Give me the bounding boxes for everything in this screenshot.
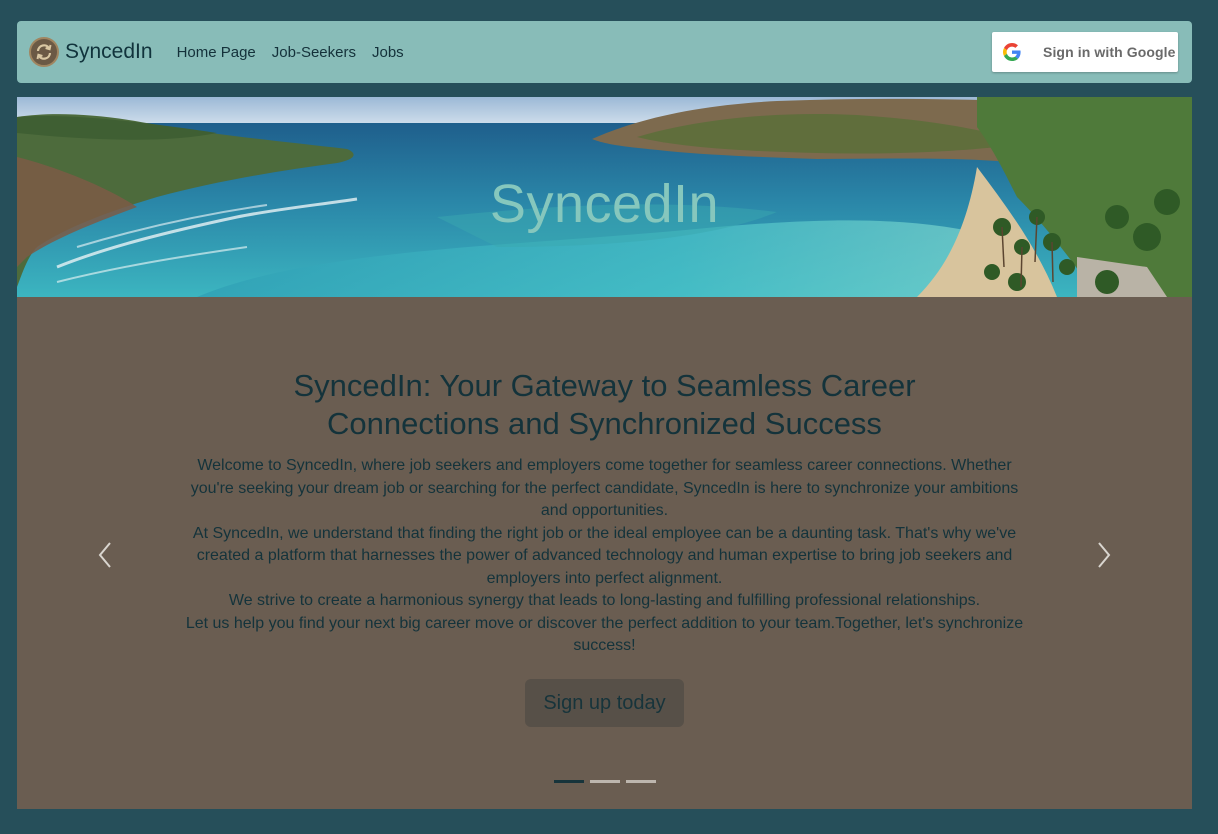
carousel-indicator-1[interactable] — [553, 780, 584, 783]
sync-icon — [29, 37, 59, 67]
carousel-prev-button[interactable] — [93, 539, 117, 571]
slide-paragraph: We strive to create a harmonious synergy… — [228, 592, 981, 609]
google-g-icon — [1003, 43, 1021, 61]
hero-banner: SyncedIn — [17, 97, 1192, 297]
slide-heading: SyncedIn: Your Gateway to Seamless Caree… — [293, 368, 916, 441]
slide-paragraph: Let us help you find your next big caree… — [185, 614, 1024, 655]
carousel-indicator-2[interactable] — [589, 780, 620, 783]
sign-up-button[interactable]: Sign up today — [525, 678, 684, 727]
hero-title: SyncedIn — [489, 174, 720, 234]
brand-link[interactable]: SyncedIn — [29, 37, 153, 67]
slide-body: Welcome to SyncedIn, where job seekers a… — [177, 455, 1032, 658]
carousel: SyncedIn: Your Gateway to Seamless Caree… — [17, 297, 1192, 809]
carousel-indicators — [17, 780, 1192, 783]
carousel-indicator-3[interactable] — [625, 780, 656, 783]
carousel-slide: SyncedIn: Your Gateway to Seamless Caree… — [177, 367, 1032, 727]
slide-paragraph: At SyncedIn, we understand that finding … — [192, 524, 1017, 587]
google-signin-label: Sign in with Google — [1043, 44, 1176, 60]
chevron-right-icon — [1098, 542, 1111, 568]
nav-link-home[interactable]: Home Page — [177, 44, 256, 61]
nav-links: Home Page Job-Seekers Jobs — [177, 44, 420, 61]
carousel-next-button[interactable] — [1092, 539, 1116, 571]
slide-paragraph: Welcome to SyncedIn, where job seekers a… — [190, 457, 1019, 519]
navbar: SyncedIn Home Page Job-Seekers Jobs Sign… — [17, 21, 1192, 83]
chevron-left-icon — [98, 542, 111, 568]
nav-link-jobs[interactable]: Jobs — [372, 44, 404, 61]
google-signin-button[interactable]: Sign in with Google — [992, 32, 1178, 72]
brand-name: SyncedIn — [65, 40, 153, 63]
nav-link-job-seekers[interactable]: Job-Seekers — [272, 44, 356, 61]
